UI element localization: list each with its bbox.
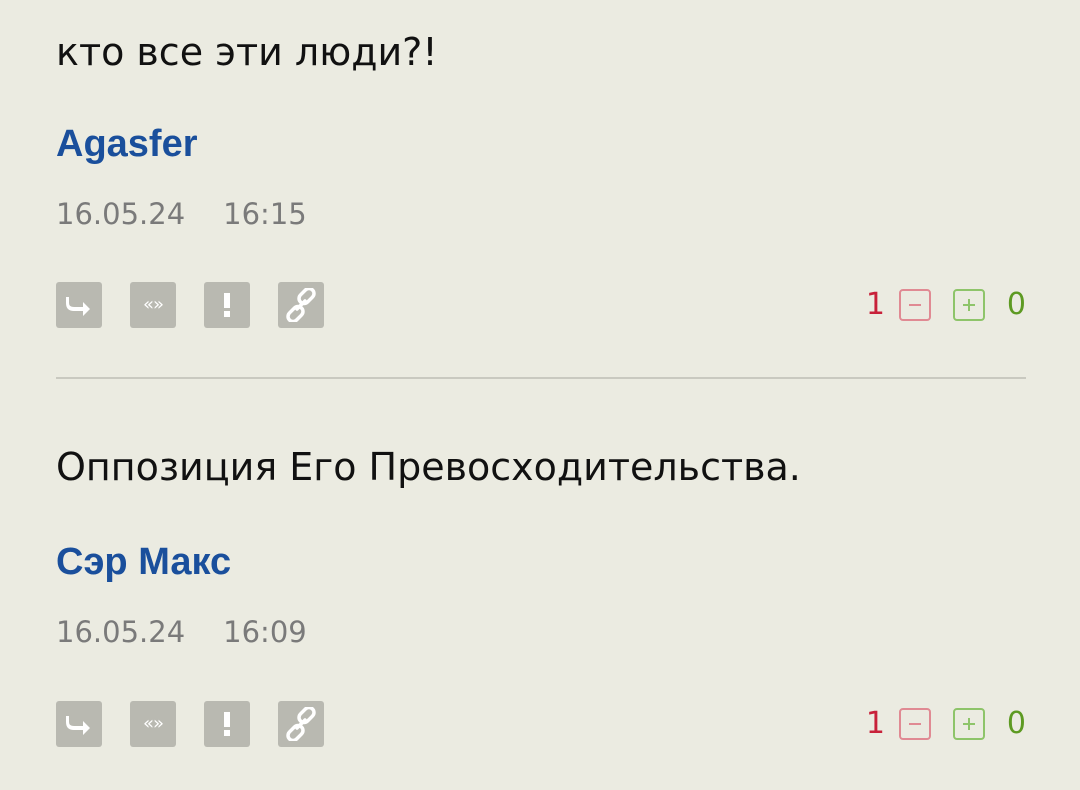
reply-button[interactable]	[56, 701, 102, 747]
comment-divider	[56, 377, 1026, 379]
minus-icon	[908, 304, 921, 306]
quote-icon: «»	[142, 713, 164, 734]
report-icon	[224, 712, 230, 736]
reply-button[interactable]	[56, 282, 102, 328]
report-button[interactable]	[204, 701, 250, 747]
comment-author-link[interactable]: Agasfer	[56, 125, 198, 163]
comment: Оппозиция Его Превосходительства. Сэр Ма…	[56, 380, 1026, 790]
comment-text: кто все эти люди?!	[56, 30, 438, 74]
comment-actions: «»	[56, 282, 324, 328]
link-icon	[286, 707, 316, 741]
comment-actions: «»	[56, 701, 324, 747]
quote-icon: «»	[142, 294, 164, 315]
report-icon	[224, 293, 230, 317]
reply-icon	[66, 297, 90, 316]
vote-down-button[interactable]	[898, 289, 931, 321]
comment-rating: 1 0	[866, 282, 1026, 328]
comment-text: Оппозиция Его Превосходительства.	[56, 445, 801, 489]
plus-icon	[962, 299, 975, 311]
negative-score: 1	[865, 706, 885, 741]
comment-date: 16.05.24	[56, 615, 186, 649]
comment-time: 16:15	[223, 197, 307, 231]
negative-score: 1	[865, 287, 885, 322]
quote-button[interactable]: «»	[130, 701, 176, 747]
comment-date: 16.05.24	[56, 197, 186, 231]
positive-score: 0	[1006, 706, 1026, 741]
vote-up-button[interactable]	[952, 289, 985, 321]
comment-author-link[interactable]: Сэр Макс	[56, 543, 231, 581]
positive-score: 0	[1006, 287, 1026, 322]
minus-icon	[908, 723, 921, 725]
link-button[interactable]	[278, 701, 324, 747]
comment: кто все эти люди?! Agasfer 16.05.24 16:15…	[56, 0, 1026, 378]
quote-button[interactable]: «»	[130, 282, 176, 328]
comment-meta: 16.05.24 16:15	[56, 200, 307, 229]
comment-rating: 1 0	[866, 701, 1026, 747]
plus-icon	[962, 718, 975, 730]
link-icon	[286, 288, 316, 322]
comment-time: 16:09	[223, 615, 307, 649]
report-button[interactable]	[204, 282, 250, 328]
vote-up-button[interactable]	[952, 708, 985, 740]
reply-icon	[66, 716, 90, 735]
comment-meta: 16.05.24 16:09	[56, 618, 307, 647]
link-button[interactable]	[278, 282, 324, 328]
vote-down-button[interactable]	[898, 708, 931, 740]
